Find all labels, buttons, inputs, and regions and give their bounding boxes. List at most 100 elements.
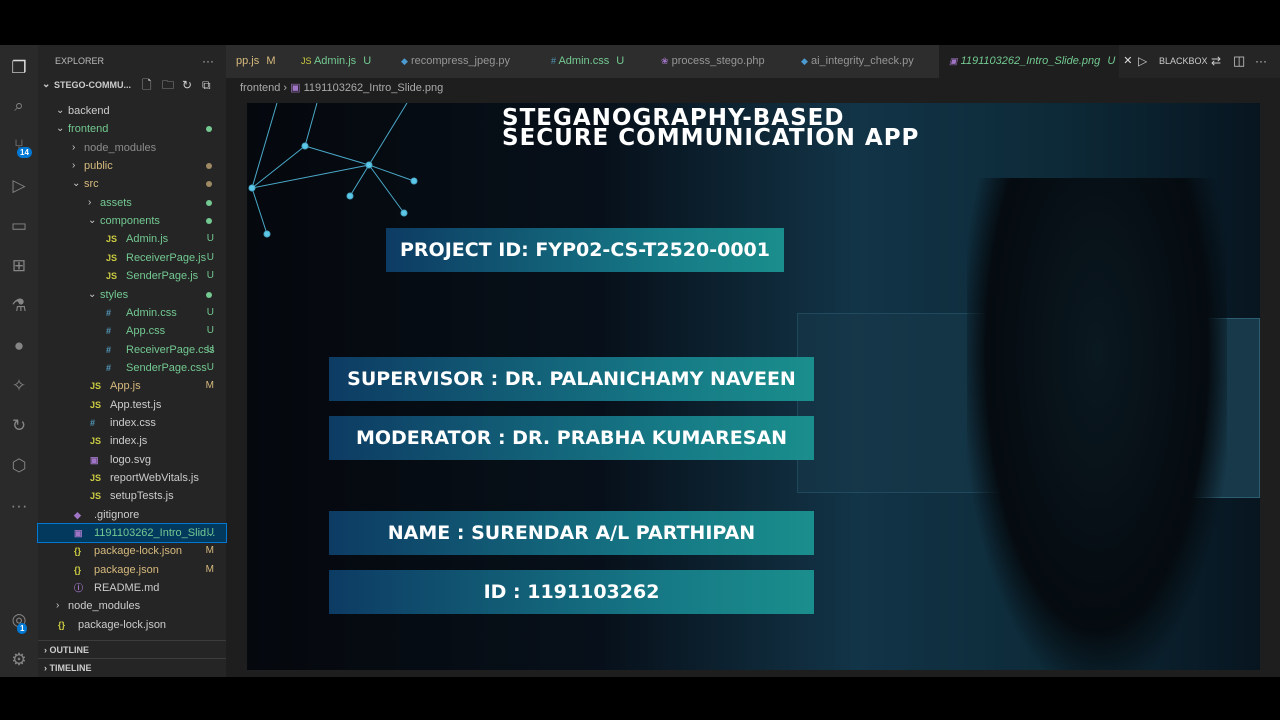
git-status-dot — [206, 163, 212, 170]
tree-folder[interactable]: › node_modules — [38, 139, 226, 157]
file-type-icon: ◆ — [401, 56, 408, 66]
git-status-dot — [206, 291, 212, 298]
tree-file[interactable]: # index.css — [38, 414, 226, 432]
copilot-icon[interactable]: ✧ — [8, 375, 30, 397]
chevron-right-icon: › — [88, 196, 92, 208]
explorer-icon[interactable]: ❐ — [8, 57, 30, 79]
file-type-icon: JS — [301, 56, 312, 66]
tree-file[interactable]: JS setupTests.js — [38, 487, 226, 505]
tree-folder[interactable]: › assets — [38, 194, 226, 212]
tree-item-label: App.test.js — [110, 398, 162, 411]
compare-icon[interactable]: ⇄ — [1211, 54, 1221, 68]
outline-section[interactable]: › OUTLINE — [38, 640, 226, 658]
editor-tab[interactable]: JS Admin.js U — [291, 45, 391, 78]
git-status: U — [206, 306, 214, 318]
tree-folder[interactable]: ⌄ frontend — [38, 120, 226, 138]
github-icon[interactable]: ● — [8, 335, 30, 357]
editor-tab[interactable]: ◆ recompress_jpeg.py — [391, 45, 541, 78]
editor-tab[interactable]: # Admin.css U — [541, 45, 651, 78]
tree-folder[interactable]: › public — [38, 157, 226, 175]
timeline-label: TIMELINE — [49, 663, 92, 673]
tab-label: process_stego.php — [671, 55, 765, 67]
explorer-title: EXPLORER — [55, 56, 105, 66]
extensions-icon[interactable]: ⊞ — [8, 255, 30, 277]
settings-gear-icon[interactable]: ⚙ — [8, 649, 30, 671]
run-debug-icon[interactable]: ▷ — [8, 175, 30, 197]
tab-status: U — [1107, 55, 1116, 67]
tree-item-label: package-lock.json — [94, 545, 183, 558]
editor-tab[interactable]: pp.js M — [226, 45, 291, 78]
close-tab-icon[interactable]: ✕ — [1123, 55, 1132, 67]
slide-title-line2: SECURE COMMUNICATION APP — [502, 125, 920, 151]
tree-file[interactable]: ⓘ README.md — [38, 579, 226, 597]
file-type-icon: # — [106, 344, 112, 355]
tree-file[interactable]: # Admin.css U — [38, 304, 226, 322]
tree-file[interactable]: # SenderPage.css U — [38, 359, 226, 377]
breadcrumb-folder[interactable]: frontend — [240, 82, 280, 94]
tree-file[interactable]: {} package-lock.json — [38, 616, 226, 634]
tree-file[interactable]: {} package-lock.json M — [38, 542, 226, 560]
tree-file[interactable]: JS index.js — [38, 432, 226, 450]
editor-tab[interactable]: ▣ 1191103262_Intro_Slide.png U ✕ — [939, 45, 1132, 78]
tree-file[interactable]: JS App.test.js — [38, 396, 226, 414]
git-status: U — [206, 343, 214, 355]
file-type-icon: # — [106, 307, 112, 318]
git-status: U — [206, 325, 214, 337]
tree-folder[interactable]: ⌄ components — [38, 212, 226, 230]
tree-file[interactable]: {} package.json M — [38, 561, 226, 579]
tree-item-label: README.md — [94, 582, 160, 595]
tree-file[interactable]: # App.css U — [38, 322, 226, 340]
network-lines-graphic — [248, 103, 418, 238]
remote-explorer-icon[interactable]: ▭ — [8, 215, 30, 237]
new-file-icon[interactable]: 🗋 — [142, 76, 152, 94]
chevron-down-icon: ⌄ — [56, 105, 65, 116]
testing-icon[interactable]: ⚗ — [8, 295, 30, 317]
chevron-right-icon: › — [56, 600, 60, 612]
tree-file[interactable]: # ReceiverPage.css U — [38, 341, 226, 359]
tree-file[interactable]: JS reportWebVitals.js — [38, 469, 226, 487]
run-icon[interactable]: ▷ — [1138, 54, 1147, 68]
new-folder-icon[interactable]: 🗀 — [162, 76, 174, 94]
tree-item-label: App.js — [110, 380, 141, 393]
editor-more-button[interactable]: ··· — [1255, 54, 1267, 68]
chevron-right-icon: › — [72, 141, 76, 153]
tree-file[interactable]: ▣ logo.svg — [38, 451, 226, 469]
tree-file[interactable]: ◆ .gitignore — [38, 506, 226, 524]
tree-folder[interactable]: ⌄ src — [38, 175, 226, 193]
tree-item-label: App.css — [126, 325, 166, 338]
explorer-more-button[interactable]: ··· — [202, 45, 214, 77]
tree-item-label: setupTests.js — [110, 490, 174, 503]
workspace-name: STEGO-COMMU... — [54, 80, 131, 90]
collapse-all-icon[interactable]: ⧉ — [202, 76, 211, 94]
breadcrumb-file[interactable]: 1191103262_Intro_Slide.png — [304, 82, 444, 94]
workspace-root[interactable]: ⌄ STEGO-COMMU... 🗋 🗀 ↻ ⧉ — [38, 76, 226, 94]
refresh-icon[interactable]: ↻ — [182, 76, 192, 94]
editor-tab[interactable]: ❀ process_stego.php — [651, 45, 791, 78]
tab-label: recompress_jpeg.py — [410, 55, 511, 67]
split-editor-icon[interactable]: ◫ — [1233, 53, 1245, 69]
timeline-section[interactable]: › TIMELINE — [38, 658, 226, 676]
live-share-icon[interactable]: ↻ — [8, 415, 30, 437]
git-status-dot — [206, 126, 212, 133]
tree-folder[interactable]: › node_modules — [38, 597, 226, 615]
file-type-icon: # — [551, 56, 557, 66]
more-icon[interactable]: ··· — [8, 495, 30, 517]
editor-tab[interactable]: ◆ ai_integrity_check.py — [791, 45, 939, 78]
tree-folder[interactable]: ⌄ styles — [38, 286, 226, 304]
file-type-icon: JS — [106, 234, 118, 245]
moderator-banner: MODERATOR : DR. PRABHA KUMARESAN — [329, 416, 814, 460]
file-type-icon: ◆ — [801, 56, 808, 66]
activity-bar: ❐ ⌕ ⑂ 14 ▷ ▭ ⊞ ⚗ ● ✧ ↻ ⬡ ··· ◎ 1 ⚙ — [0, 45, 38, 677]
vscode-window: ❐ ⌕ ⑂ 14 ▷ ▭ ⊞ ⚗ ● ✧ ↻ ⬡ ··· ◎ 1 ⚙ EXPLO… — [0, 45, 1280, 677]
tree-file[interactable]: JS SenderPage.js U — [38, 267, 226, 285]
breadcrumb: frontend › ▣ 1191103262_Intro_Slide.png — [240, 82, 444, 94]
blackbox-button[interactable]: BLACKBOX — [1159, 56, 1208, 66]
tree-file[interactable]: JS Admin.js U — [38, 230, 226, 248]
student-id-banner: ID : 1191103262 — [329, 570, 814, 614]
tree-folder[interactable]: ⌄ backend — [38, 102, 226, 120]
search-icon[interactable]: ⌕ — [8, 95, 30, 117]
tree-file[interactable]: JS ReceiverPage.js U — [38, 249, 226, 267]
tree-file[interactable]: ▣ 1191103262_Intro_Slid... U — [37, 523, 227, 544]
blackbox-icon[interactable]: ⬡ — [8, 455, 30, 477]
tree-file[interactable]: JS App.js M — [38, 377, 226, 395]
